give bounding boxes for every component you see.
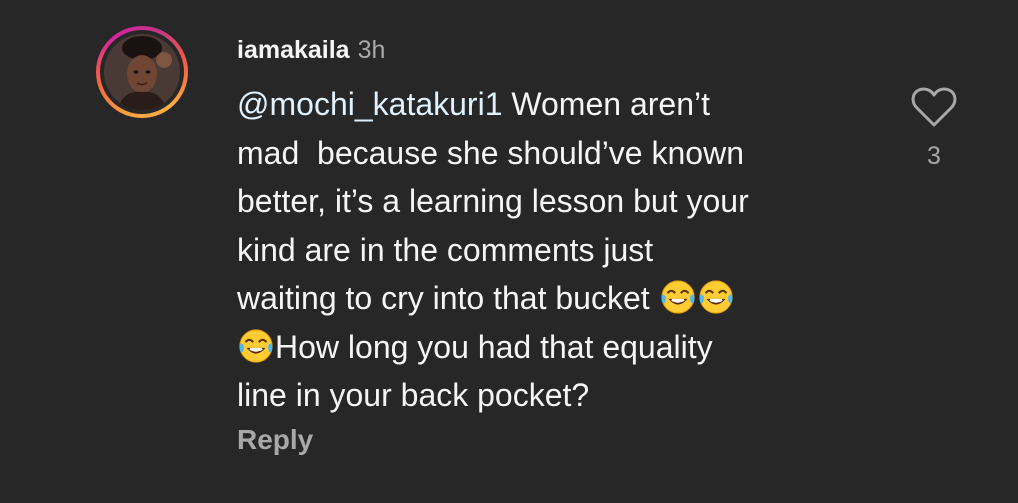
comment-line-4: kind are in the comments just [237,231,654,268]
comment-line-7: line in your back pocket? [237,377,590,413]
username[interactable]: iamakaila [237,36,350,64]
comment: iamakaila 3h @mochi_katakuri1 Women aren’… [0,0,1018,503]
comment-text: @mochi_katakuri1 Women aren’t mad becaus… [237,80,837,420]
comment-line-3: better, it’s a learning lesson but your [237,183,749,219]
mention-link[interactable]: @mochi_katakuri1 [237,86,502,122]
comment-line-6: How long you had that equality [237,323,837,372]
comment-line-5: waiting to cry into that bucket [237,274,837,323]
heart-outline-icon[interactable] [911,86,957,128]
avatar-image [104,34,180,110]
avatar-story-ring[interactable] [96,26,188,118]
reply-button[interactable]: Reply [237,422,313,458]
timestamp: 3h [357,36,386,64]
avatar[interactable] [104,34,180,110]
like-count: 3 [927,142,941,170]
comment-line-1: @mochi_katakuri1 Women aren’t [237,86,710,122]
face-with-tears-of-joy-icon [239,328,273,363]
comment-line-2: mad because she should’ve known [237,134,744,171]
face-with-tears-of-joy-icon [698,280,733,314]
face-with-tears-of-joy-icon [660,280,695,314]
comment-header: iamakaila 3h [237,34,385,66]
